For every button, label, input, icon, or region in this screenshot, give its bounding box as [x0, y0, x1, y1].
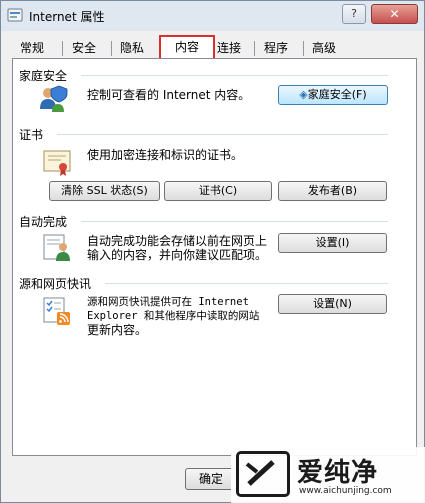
close-button[interactable]: ✕ — [371, 4, 418, 24]
ok-button[interactable]: 确定 — [185, 468, 237, 490]
autocomplete-description-line-1: 自动完成功能会存储以前在网页上 — [87, 234, 268, 248]
feeds-description-line-1: 源和网页快讯提供可在 Internet — [87, 296, 249, 308]
autocomplete-settings-button[interactable]: 设置(I) — [278, 233, 387, 253]
window-title: Internet 属性 — [29, 10, 105, 24]
autocomplete-description-line-2: 输入的内容，并向你建议匹配项。 — [87, 248, 268, 262]
family-safety-icon — [40, 85, 68, 112]
tab-security[interactable]: 安全 — [67, 39, 101, 58]
group-divider — [57, 134, 388, 135]
family-safety-group-title: 家庭安全 — [19, 69, 68, 83]
publishers-button[interactable]: 发布者(B) — [278, 181, 387, 201]
feeds-settings-button[interactable]: 设置(N) — [278, 294, 387, 314]
autocomplete-icon — [43, 234, 70, 261]
tab-general[interactable]: 常规 — [15, 39, 49, 58]
clear-ssl-state-button[interactable]: 清除 SSL 状态(S) — [49, 181, 160, 201]
group-divider — [81, 221, 388, 222]
certificates-group-title: 证书 — [19, 128, 44, 142]
watermark-logo-icon — [245, 460, 275, 486]
tab-divider — [303, 41, 304, 56]
tab-privacy[interactable]: 隐私 — [115, 39, 149, 58]
group-divider — [81, 75, 388, 76]
watermark-url: www.aichunjing.com — [299, 486, 392, 496]
feeds-description-line-2: Explorer 和其他程序中读取的网站 — [87, 310, 260, 322]
tab-divider — [62, 41, 63, 56]
autocomplete-group-title: 自动完成 — [19, 215, 68, 229]
tab-content[interactable]: 内容 — [159, 35, 215, 62]
rss-feed-icon — [43, 297, 70, 325]
family-safety-description: 控制可查看的 Internet 内容。 — [87, 88, 251, 102]
watermark-text: 爱纯净 — [297, 458, 379, 488]
feeds-group-title: 源和网页快讯 — [19, 277, 92, 291]
title-bar: Internet 属性 ? ✕ — [1, 1, 424, 31]
family-safety-button[interactable]: ◈家庭安全(F) — [278, 85, 388, 105]
tab-connections[interactable]: 连接 — [213, 39, 245, 58]
tab-advanced[interactable]: 高级 — [307, 39, 341, 58]
internet-properties-window: Internet 属性 ? ✕ 常规 安全 隐私 内容 连接 程序 高级 家庭安… — [0, 0, 425, 503]
help-button[interactable]: ? — [342, 4, 366, 24]
certificate-icon — [43, 150, 71, 176]
shield-icon: ◈ — [299, 88, 308, 101]
feeds-description-line-3: 更新内容。 — [87, 323, 148, 337]
certificates-button[interactable]: 证书(C) — [164, 181, 272, 201]
tab-divider — [254, 41, 255, 56]
group-divider — [105, 283, 388, 284]
tab-divider — [111, 41, 112, 56]
tab-strip: 常规 安全 隐私 内容 连接 程序 高级 — [1, 35, 424, 62]
internet-options-icon — [7, 8, 23, 22]
watermark-logo — [236, 451, 290, 497]
tab-programs[interactable]: 程序 — [258, 39, 294, 58]
family-safety-button-label: 家庭安全(F) — [307, 88, 367, 101]
certificates-description: 使用加密连接和标识的证书。 — [87, 148, 244, 162]
